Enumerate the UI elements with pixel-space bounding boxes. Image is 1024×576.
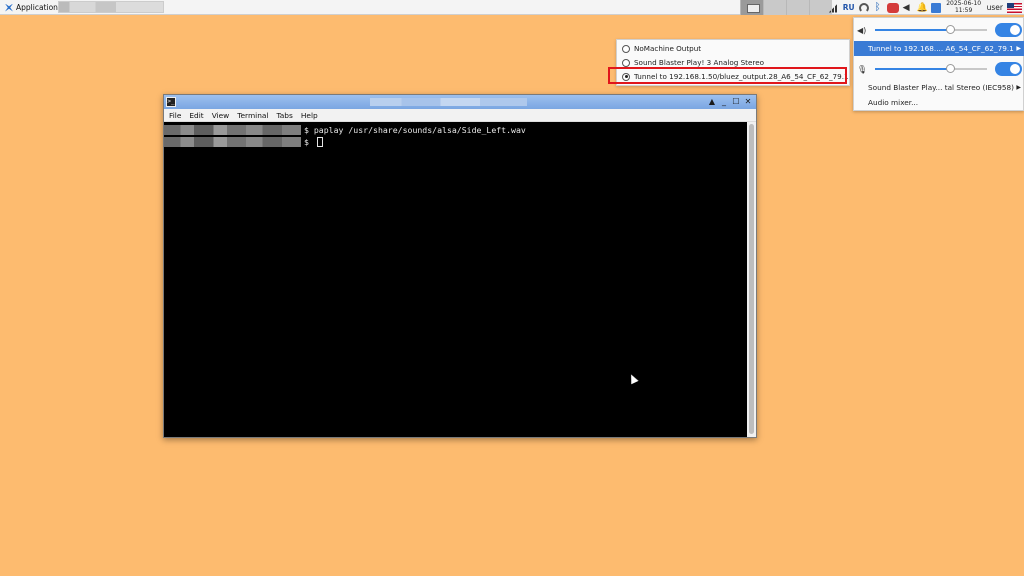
close-icon[interactable]: ✕: [743, 96, 753, 107]
radio-button[interactable]: [622, 44, 630, 53]
terminal-titlebar[interactable]: >_ ▲ _ ☐ ✕: [164, 95, 756, 109]
maximize-icon[interactable]: ☐: [731, 96, 741, 107]
microphone-small-icon: 🎙: [857, 64, 868, 74]
output-device-item[interactable]: Tunnel to 192.168.... A6_54_CF_62_79.1 ▶: [854, 41, 1024, 56]
text-cursor: [316, 136, 323, 147]
input-device-label: Sound Blaster Play... tal Stereo (IEC958…: [868, 83, 1014, 92]
terminal-line-text: $ paplay /usr/share/sounds/alsa/Side_Lef…: [304, 124, 526, 135]
input-volume-row: 🎙: [854, 60, 1024, 78]
user-menu[interactable]: user: [987, 3, 1003, 12]
us-flag-icon[interactable]: [1007, 2, 1022, 13]
radio-button[interactable]: [622, 58, 630, 67]
sound-popup: ◀) Tunnel to 192.168.... A6_54_CF_62_79.…: [853, 17, 1024, 111]
calendar-icon[interactable]: [930, 2, 941, 13]
output-option-label: NoMachine Output: [634, 44, 702, 53]
chevron-right-icon: ▶: [1016, 84, 1021, 91]
terminal-scrollbar[interactable]: [747, 122, 756, 437]
window-title: [370, 98, 527, 106]
audio-mixer-item[interactable]: Audio mixer...: [868, 98, 918, 107]
terminal-app-icon[interactable]: >_: [166, 97, 176, 107]
output-mute-toggle[interactable]: [995, 23, 1022, 37]
input-mute-toggle[interactable]: [995, 62, 1022, 76]
applications-menu-button[interactable]: Applications: [2, 1, 65, 14]
terminal-line-text: $: [304, 136, 314, 147]
input-volume-knob[interactable]: [946, 64, 955, 73]
input-volume-slider[interactable]: [875, 64, 987, 73]
terminal-window: >_ ▲ _ ☐ ✕ File Edit View Terminal Tabs …: [163, 94, 757, 438]
output-volume-slider[interactable]: [875, 25, 987, 34]
keyboard-layout-indicator[interactable]: RU: [843, 3, 855, 12]
notifications-bell-icon[interactable]: 🔔: [917, 3, 928, 13]
window-controls: ▲ _ ☐ ✕: [707, 96, 753, 107]
bluetooth-icon[interactable]: ᛒ: [873, 2, 883, 13]
output-volume-knob[interactable]: [946, 25, 955, 34]
volume-icon[interactable]: ◀: [903, 3, 913, 13]
input-volume-fill: [875, 68, 950, 70]
terminal-menubar: File Edit View Terminal Tabs Help: [164, 109, 756, 122]
redacted-prompt: [164, 124, 301, 135]
speaker-icon: ◀): [857, 25, 867, 35]
input-device-item[interactable]: Sound Blaster Play... tal Stereo (IEC958…: [854, 80, 1024, 95]
system-tray: RU ᛒ ◀ 🔔 2025-06-10 11:59 user: [828, 0, 1024, 15]
terminal-output[interactable]: $ paplay /usr/share/sounds/alsa/Side_Lef…: [164, 122, 746, 437]
network-icon[interactable]: [858, 2, 869, 13]
workspace-3[interactable]: [786, 0, 809, 15]
menu-terminal[interactable]: Terminal: [237, 111, 268, 120]
menu-help[interactable]: Help: [301, 111, 318, 120]
microphone-icon[interactable]: [886, 2, 899, 13]
clock[interactable]: 2025-06-10 11:59: [945, 0, 983, 14]
output-option-label: Sound Blaster Play! 3 Analog Stereo: [634, 58, 765, 67]
signal-bars-icon[interactable]: [828, 2, 839, 13]
top-panel: Applications RU ᛒ ◀ 🔔 2025-06-10 11:59 u…: [0, 0, 1024, 15]
menu-view[interactable]: View: [212, 111, 230, 120]
chevron-right-icon: ▶: [1016, 45, 1021, 52]
taskbar-window-button[interactable]: [58, 1, 164, 13]
redacted-prompt: [164, 136, 301, 147]
output-device-label: Tunnel to 192.168.... A6_54_CF_62_79.1: [868, 44, 1014, 53]
workspace-1[interactable]: [740, 0, 763, 15]
scrollbar-thumb[interactable]: [749, 124, 754, 434]
menu-tabs[interactable]: Tabs: [276, 111, 292, 120]
workspace-2[interactable]: [763, 0, 786, 15]
output-option-nomachine[interactable]: NoMachine Output: [622, 42, 701, 55]
clock-time: 11:59: [954, 6, 973, 14]
xfce-logo-icon: [5, 3, 13, 12]
red-highlight-annotation: [608, 67, 847, 84]
shade-up-icon[interactable]: ▲: [707, 96, 717, 107]
output-volume-fill: [875, 29, 950, 31]
menu-edit[interactable]: Edit: [189, 111, 203, 120]
terminal-line: $: [164, 136, 323, 147]
terminal-line: $ paplay /usr/share/sounds/alsa/Side_Lef…: [164, 124, 526, 135]
menu-file[interactable]: File: [169, 111, 181, 120]
applications-label: Applications: [16, 3, 62, 12]
minimize-icon[interactable]: _: [719, 96, 729, 107]
output-volume-row: ◀): [854, 21, 1024, 39]
